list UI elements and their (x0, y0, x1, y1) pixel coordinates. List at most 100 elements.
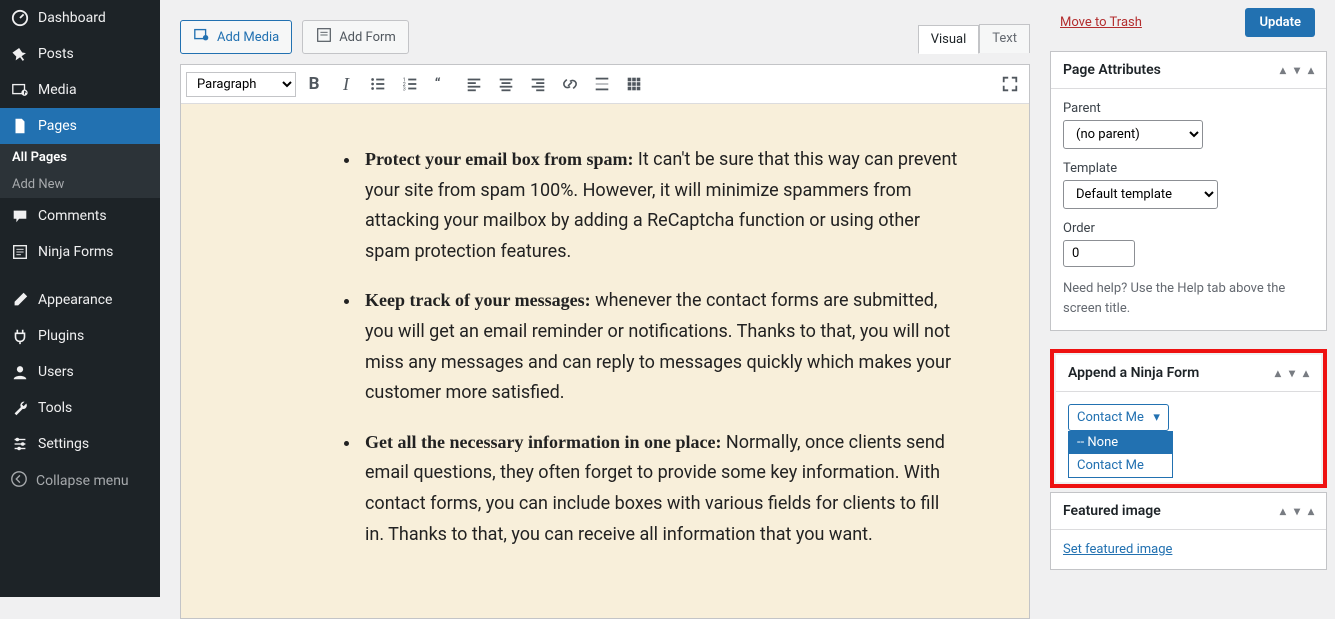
caret-up-icon[interactable]: ▴ (1308, 504, 1314, 518)
button-label: Add Media (217, 30, 279, 45)
sidebar-label: Dashboard (38, 10, 106, 26)
number-list-button[interactable]: 123 (396, 70, 424, 98)
content-bold: Get all the necessary information in one… (365, 432, 721, 452)
ninja-option-none[interactable]: -- None (1069, 431, 1172, 454)
sidebar-item-comments[interactable]: Comments (0, 198, 160, 234)
sidebar-item-dashboard[interactable]: Dashboard (0, 0, 160, 36)
parent-label: Parent (1063, 101, 1314, 116)
update-button[interactable]: Update (1245, 8, 1315, 37)
sidebar-item-ninja-forms[interactable]: Ninja Forms (0, 234, 160, 270)
sidebar-label: Pages (38, 118, 77, 134)
editor-toolbar: Paragraph B I 123 “ (181, 65, 1029, 104)
chevron-up-icon[interactable]: ▴ (1280, 63, 1286, 77)
order-input[interactable] (1063, 240, 1135, 267)
sidebar-item-media[interactable]: Media (0, 72, 160, 108)
sidebar-item-posts[interactable]: Posts (0, 36, 160, 72)
sidebar-item-settings[interactable]: Settings (0, 426, 160, 462)
add-media-button[interactable]: Add Media (180, 20, 292, 54)
readmore-button[interactable] (588, 70, 616, 98)
ninja-form-dropdown: -- None Contact Me (1068, 431, 1173, 478)
sidebar-label: Settings (38, 436, 89, 452)
page-attributes-panel: Page Attributes ▴ ▾ ▴ Parent (no parent)… (1050, 51, 1327, 331)
ninja-form-select[interactable]: Contact Me (1068, 404, 1169, 431)
user-icon (10, 362, 30, 382)
template-label: Template (1063, 161, 1314, 176)
content-item: Get all the necessary information in one… (361, 427, 959, 550)
editor-content-area[interactable]: Protect your email box from spam: It can… (181, 104, 1029, 618)
link-button[interactable] (556, 70, 584, 98)
fullscreen-button[interactable] (996, 70, 1024, 98)
chevron-down-icon[interactable]: ▾ (1294, 63, 1300, 77)
sidebar-submenu-pages: All Pages Add New (0, 144, 160, 198)
bullet-list-button[interactable] (364, 70, 392, 98)
chevron-up-icon[interactable]: ▴ (1275, 366, 1281, 380)
caret-up-icon[interactable]: ▴ (1303, 366, 1309, 380)
italic-button[interactable]: I (332, 70, 360, 98)
tab-text[interactable]: Text (979, 24, 1030, 53)
chevron-down-icon[interactable]: ▾ (1294, 504, 1300, 518)
sidebar-label: Plugins (38, 328, 84, 344)
sidebar-label: Appearance (38, 292, 112, 308)
bold-button[interactable]: B (300, 70, 328, 98)
collapse-icon (10, 470, 28, 492)
content-item: Keep track of your messages: whenever th… (361, 285, 959, 408)
panel-title: Featured image (1063, 503, 1161, 519)
move-to-trash-link[interactable]: Move to Trash (1060, 15, 1142, 30)
caret-up-icon[interactable]: ▴ (1308, 63, 1314, 77)
editor-tabs: Visual Text (918, 24, 1030, 53)
align-left-button[interactable] (460, 70, 488, 98)
sidebar-item-plugins[interactable]: Plugins (0, 318, 160, 354)
format-select[interactable]: Paragraph (186, 72, 296, 97)
sidebar-label: Users (38, 364, 74, 380)
sidebar-sub-add-new[interactable]: Add New (0, 171, 160, 198)
panel-title: Page Attributes (1063, 62, 1161, 78)
content-bold: Keep track of your messages: (365, 290, 591, 310)
tab-visual[interactable]: Visual (918, 25, 980, 54)
sidebar-item-pages[interactable]: Pages (0, 108, 160, 144)
content-item: Protect your email box from spam: It can… (361, 144, 959, 267)
sidebar-collapse[interactable]: Collapse menu (0, 462, 160, 500)
sidebar-label: Comments (38, 208, 107, 224)
admin-sidebar: Dashboard Posts Media Pages All Pages Ad… (0, 0, 160, 597)
append-ninja-form-panel: Append a Ninja Form ▴ ▾ ▴ Contact Me -- … (1056, 355, 1321, 482)
chevron-up-icon[interactable]: ▴ (1280, 504, 1286, 518)
add-form-button[interactable]: Add Form (302, 20, 409, 54)
comment-icon (10, 206, 30, 226)
set-featured-image-link[interactable]: Set featured image (1063, 542, 1172, 557)
button-label: Add Form (339, 30, 396, 45)
sidebar-item-appearance[interactable]: Appearance (0, 282, 160, 318)
sidebar-item-users[interactable]: Users (0, 354, 160, 390)
highlight-annotation: Append a Ninja Form ▴ ▾ ▴ Contact Me -- … (1050, 349, 1327, 488)
sidebar-label: Ninja Forms (38, 244, 113, 260)
sidebar-label: Media (38, 82, 77, 98)
template-select[interactable]: Default template (1063, 180, 1218, 209)
featured-image-panel: Featured image ▴ ▾ ▴ Set featured image (1050, 492, 1327, 570)
media-icon (193, 26, 211, 48)
sidebar-label: Posts (38, 46, 74, 62)
chevron-down-icon[interactable]: ▾ (1289, 366, 1295, 380)
help-text: Need help? Use the Help tab above the sc… (1063, 279, 1314, 318)
content-bold: Protect your email box from spam: (365, 149, 633, 169)
sidebar-item-tools[interactable]: Tools (0, 390, 160, 426)
panel-title: Append a Ninja Form (1068, 365, 1199, 381)
quote-button[interactable]: “ (428, 70, 456, 98)
toolbar-toggle-button[interactable] (620, 70, 648, 98)
plug-icon (10, 326, 30, 346)
align-center-button[interactable] (492, 70, 520, 98)
page-icon (10, 116, 30, 136)
svg-text:“: “ (435, 76, 441, 93)
order-label: Order (1063, 221, 1314, 236)
pin-icon (10, 44, 30, 64)
parent-select[interactable]: (no parent) (1063, 120, 1203, 149)
sidebar-sub-all-pages[interactable]: All Pages (0, 144, 160, 171)
meta-panels: Move to Trash Update Page Attributes ▴ ▾… (1050, 0, 1335, 597)
brush-icon (10, 290, 30, 310)
main-content: Add Media Add Form Visual Text Paragraph… (160, 0, 1050, 597)
ninja-option-contact[interactable]: Contact Me (1069, 454, 1172, 477)
media-icon (10, 80, 30, 100)
editor: Paragraph B I 123 “ Protect your email b… (180, 64, 1030, 619)
form-icon (10, 242, 30, 262)
align-right-button[interactable] (524, 70, 552, 98)
dashboard-icon (10, 8, 30, 28)
wrench-icon (10, 398, 30, 418)
